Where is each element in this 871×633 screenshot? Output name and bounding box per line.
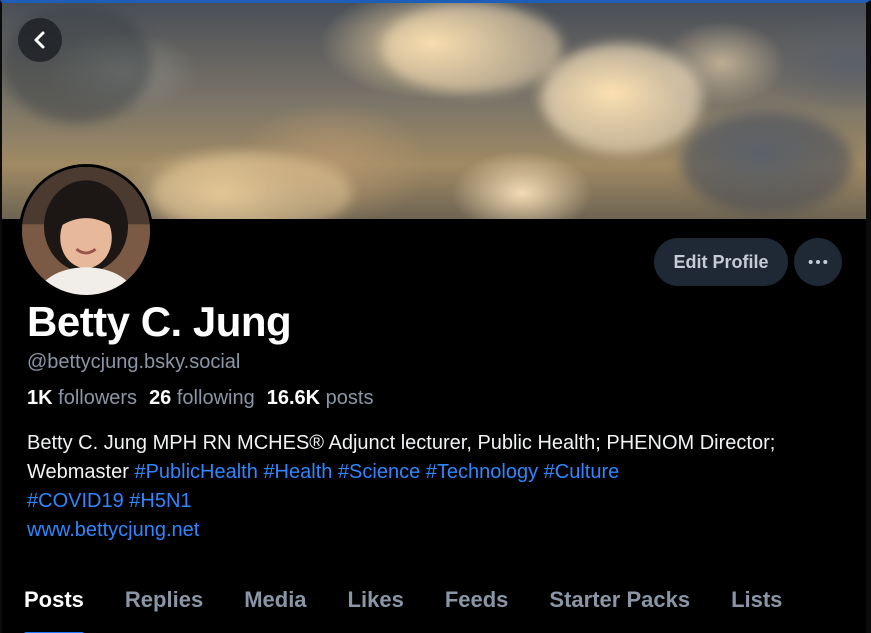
hashtag-link[interactable]: #Culture bbox=[544, 461, 620, 483]
posts-count: 16.6K bbox=[266, 387, 321, 409]
banner-cloud bbox=[152, 153, 352, 219]
tab-likes[interactable]: Likes bbox=[348, 571, 404, 633]
avatar[interactable] bbox=[19, 164, 153, 298]
edit-profile-label: Edit Profile bbox=[673, 251, 769, 272]
posts-stat: 16.6K posts bbox=[267, 387, 374, 410]
back-button[interactable] bbox=[18, 18, 62, 62]
more-options-button[interactable] bbox=[794, 238, 842, 286]
profile-stats: 1K followers 26 following 16.6K posts bbox=[27, 387, 373, 410]
tab-feeds[interactable]: Feeds bbox=[445, 571, 509, 633]
tab-posts[interactable]: Posts bbox=[24, 571, 84, 633]
followers-count: 1K bbox=[27, 387, 53, 409]
profile-handle[interactable]: @bettycjung.bsky.social bbox=[27, 351, 240, 374]
tab-replies[interactable]: Replies bbox=[125, 571, 203, 633]
posts-label: posts bbox=[325, 387, 374, 409]
following-label: following bbox=[176, 387, 255, 409]
website-link[interactable]: www.bettycjung.net bbox=[27, 519, 199, 541]
hashtag-link[interactable]: #H5N1 bbox=[129, 490, 191, 512]
profile-tabs: Posts Replies Media Likes Feeds Starter … bbox=[2, 571, 866, 633]
hashtag-link[interactable]: #PublicHealth bbox=[134, 461, 257, 483]
tab-starter-packs[interactable]: Starter Packs bbox=[549, 571, 690, 633]
hashtag-link[interactable]: #COVID19 bbox=[27, 490, 124, 512]
banner-cloud bbox=[382, 3, 562, 93]
edit-profile-button[interactable]: Edit Profile bbox=[654, 238, 788, 286]
hashtag-link[interactable]: #Health bbox=[263, 461, 332, 483]
following-count: 26 bbox=[149, 387, 172, 409]
profile-page: Edit Profile Betty C. Jung @bettycjung.b… bbox=[0, 0, 871, 633]
following-stat[interactable]: 26 following bbox=[149, 387, 255, 410]
avatar-photo bbox=[22, 167, 150, 295]
followers-label: followers bbox=[58, 387, 138, 409]
tab-media[interactable]: Media bbox=[244, 571, 306, 633]
chevron-left-icon bbox=[34, 31, 45, 49]
tab-lists[interactable]: Lists bbox=[731, 571, 782, 633]
banner-cloud bbox=[542, 43, 702, 153]
followers-stat[interactable]: 1K followers bbox=[27, 387, 137, 410]
display-name: Betty C. Jung bbox=[27, 298, 292, 345]
banner-cloud bbox=[2, 3, 152, 123]
hashtag-link[interactable]: #Technology bbox=[426, 461, 538, 483]
hashtag-link[interactable]: #Science bbox=[338, 461, 420, 483]
profile-bio: Betty C. Jung MPH RN MCHES® Adjunct lect… bbox=[27, 429, 827, 545]
banner-cloud bbox=[682, 113, 852, 213]
ellipsis-icon bbox=[808, 259, 828, 265]
